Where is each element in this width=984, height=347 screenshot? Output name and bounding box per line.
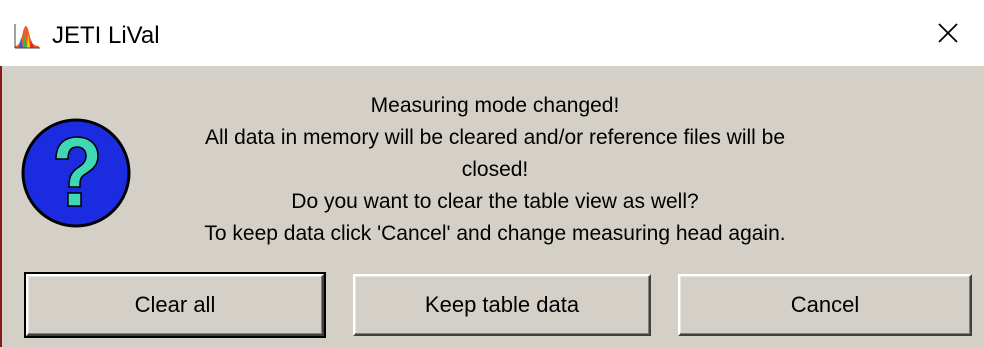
keep-table-data-label: Keep table data [424, 292, 580, 317]
window-title: JETI LiVal [52, 22, 160, 49]
close-button[interactable] [912, 0, 984, 66]
clear-all-label: Clear all [134, 292, 216, 317]
message-line: Measuring mode changed! [370, 94, 620, 117]
cancel-button[interactable]: Cancel [678, 274, 972, 336]
dialog-window: JETI LiVal Measuring mode changed! All d… [0, 0, 984, 347]
keep-table-data-button[interactable]: Keep table data [353, 274, 651, 336]
dialog-message: Measuring mode changed! All data in memo… [160, 90, 830, 250]
spectrum-chart-icon [13, 22, 41, 50]
title-bar[interactable]: JETI LiVal [0, 0, 984, 66]
message-line: Do you want to clear the table view as w… [291, 190, 699, 213]
message-line: All data in memory will be cleared and/o… [204, 126, 786, 149]
clear-all-button[interactable]: Clear all [24, 272, 326, 338]
close-icon [938, 23, 958, 43]
question-icon [21, 118, 131, 228]
message-line: closed! [461, 158, 529, 181]
cancel-label: Cancel [790, 292, 860, 317]
message-line: To keep data click 'Cancel' and change m… [204, 222, 786, 245]
